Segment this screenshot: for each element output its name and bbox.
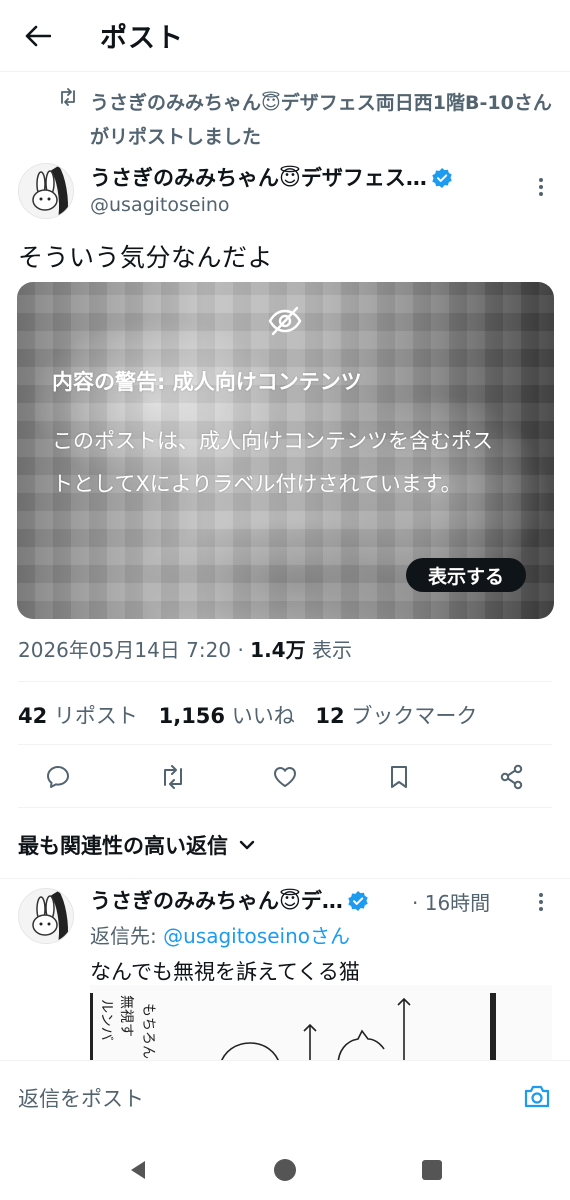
heart-icon — [274, 767, 296, 787]
comic-text-1: もちろん — [140, 1003, 156, 1059]
system-back-button[interactable] — [121, 1153, 155, 1187]
triangle-back-icon — [131, 1161, 145, 1179]
reply-avatar[interactable] — [18, 888, 74, 944]
rabbit-avatar-image — [19, 164, 73, 218]
post-text: そういう気分なんだよ — [18, 243, 274, 272]
author-name[interactable]: うさぎのみみちゃん😇デザフェス… — [90, 162, 453, 192]
author-display-name: うさぎのみみちゃん😇デザフェス… — [90, 166, 427, 190]
repost-icon — [164, 765, 182, 789]
chevron-down-icon — [239, 840, 255, 850]
page-title: ポスト — [100, 23, 184, 54]
repost-button[interactable] — [156, 760, 190, 794]
author-handle[interactable]: @usagitoseino — [90, 194, 230, 216]
back-button[interactable] — [18, 18, 58, 54]
show-media-button[interactable]: 表示する — [406, 558, 526, 592]
meta-separator: · — [237, 638, 244, 662]
likes-count: 1,156 — [158, 704, 226, 728]
square-recents-icon — [422, 1160, 442, 1180]
reply-timestamp[interactable]: · 16時間 — [412, 887, 490, 916]
divider — [18, 681, 552, 682]
reply-button[interactable] — [41, 760, 75, 794]
verified-badge-icon — [348, 891, 368, 911]
system-recents-button[interactable] — [415, 1153, 449, 1187]
content-warning-body: このポストは、成人向けコンテンツを含むポストとしてXによりラベル付けされています… — [52, 429, 493, 496]
reply-to-line: 返信先: @usagitoseinoさん — [90, 920, 350, 949]
like-button[interactable] — [268, 760, 302, 794]
reply-to-mention[interactable]: @usagitoseinoさん — [163, 924, 350, 948]
rabbit-avatar-image — [19, 889, 73, 943]
repost-attribution[interactable]: うさぎのみみちゃん😇デザフェス両日西1階B-10さんがリポストしました — [90, 86, 560, 154]
system-home-button[interactable] — [268, 1153, 302, 1187]
bookmark-button[interactable] — [382, 760, 416, 794]
divider — [0, 878, 570, 879]
comic-drawing: もちろん 無視す ルンバ — [90, 993, 496, 1065]
views-label: 表示 — [311, 638, 352, 662]
views-count: 1.4万 — [250, 638, 306, 662]
camera-icon — [524, 1085, 550, 1108]
likes-stat[interactable]: 1,156 いいね — [159, 704, 295, 728]
more-options-button[interactable] — [527, 175, 555, 199]
reply-author-name[interactable]: うさぎのみみちゃん😇デ… — [90, 885, 369, 915]
comic-text-2: 無視す — [118, 995, 134, 1037]
post-metadata: 2026年05月14日 7:20 · 1.4万 表示 — [18, 634, 352, 663]
reply-to-label: 返信先: — [90, 924, 164, 948]
bookmark-icon — [391, 766, 407, 788]
reposts-label: リポスト — [53, 704, 138, 728]
content-warning-title: 内容の警告: 成人向けコンテンツ — [52, 370, 362, 394]
eye-off-icon — [268, 306, 302, 336]
arrow-left-icon — [25, 25, 51, 47]
repost-icon — [61, 88, 75, 106]
divider — [18, 744, 552, 745]
reply-display-name: うさぎのみみちゃん😇デ… — [90, 889, 343, 913]
replies-sort-dropdown[interactable]: 最も関連性の高い返信 — [18, 830, 258, 860]
bookmarks-stat[interactable]: 12 ブックマーク — [315, 704, 477, 728]
verified-badge-icon — [432, 168, 452, 188]
share-button[interactable] — [495, 760, 529, 794]
reply-more-options-button[interactable] — [530, 890, 552, 914]
reply-icon — [47, 766, 69, 788]
reposts-stat[interactable]: 42 リポスト — [18, 704, 138, 728]
reply-image[interactable]: もちろん 無視す ルンバ — [90, 985, 552, 1065]
bookmarks-label: ブックマーク — [351, 704, 478, 728]
avatar[interactable] — [18, 163, 74, 219]
more-vertical-icon — [539, 893, 543, 911]
circle-home-icon — [274, 1159, 296, 1181]
more-vertical-icon — [539, 178, 543, 196]
reply-text: なんでも無視を訴えてくる猫 — [90, 960, 360, 984]
bookmarks-count: 12 — [315, 704, 345, 728]
likes-label: いいね — [231, 704, 295, 728]
top-header: ポスト — [0, 0, 570, 72]
share-icon — [500, 764, 523, 790]
post-timestamp[interactable]: 2026年05月14日 7:20 — [18, 638, 231, 662]
comic-text-3: ルンバ — [98, 999, 114, 1041]
reply-input[interactable]: 返信をポスト — [18, 1083, 144, 1113]
engagement-stats: 42 リポスト 1,156 いいね 12 ブックマーク — [18, 700, 477, 730]
reposts-count: 42 — [18, 704, 48, 728]
replies-sort-label: 最も関連性の高い返信 — [18, 834, 228, 858]
divider — [18, 807, 552, 808]
camera-button[interactable] — [521, 1080, 553, 1112]
